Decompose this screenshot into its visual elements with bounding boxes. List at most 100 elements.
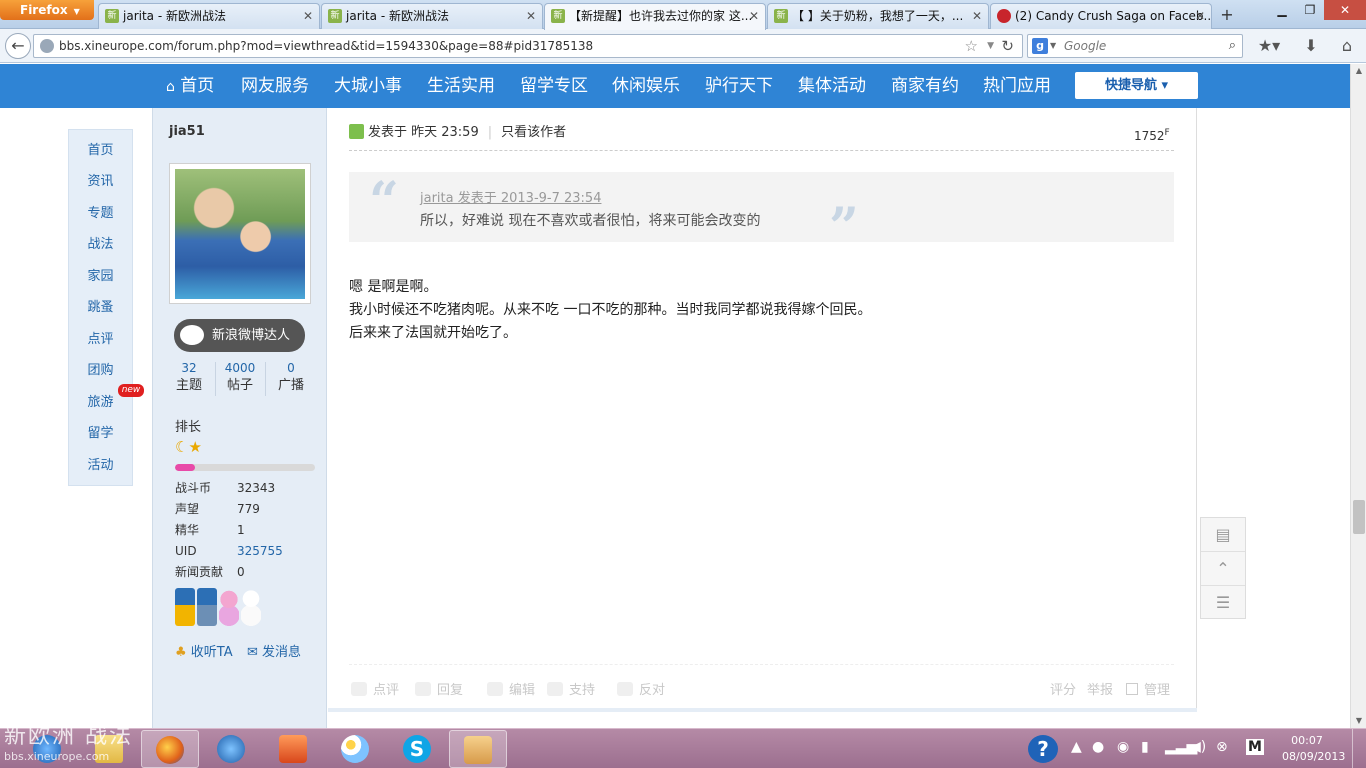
close-tab-icon[interactable]: ✕ <box>303 4 313 28</box>
side-item-events[interactable]: 活动 <box>69 450 132 481</box>
google-engine-icon[interactable]: g <box>1032 38 1048 54</box>
taskbar-app[interactable] <box>264 730 322 768</box>
browser-tab-active[interactable]: 新 【新提醒】也许我去过你的家 这... ✕ <box>544 3 766 30</box>
url-text[interactable]: bbs.xineurope.com/forum.php?mod=viewthre… <box>59 35 593 57</box>
close-tab-icon[interactable]: ✕ <box>972 4 982 28</box>
nav-item-study[interactable]: 留学专区 <box>520 64 588 108</box>
side-item-flea[interactable]: 跳蚤 <box>69 292 132 323</box>
stat-topics[interactable]: 32 主题 <box>163 360 215 396</box>
history-dropdown-icon[interactable]: ▼ <box>987 35 994 57</box>
quote-author-link[interactable]: jarita 发表于 2013-9-7 23:54 <box>420 187 601 206</box>
avatar[interactable] <box>169 163 311 304</box>
show-desktop-button[interactable] <box>1352 729 1366 768</box>
browser-tab[interactable]: 新 jarita - 新欧洲战法 ✕ <box>321 3 543 29</box>
medal-icon[interactable] <box>175 588 195 626</box>
nav-item-city[interactable]: 大城小事 <box>334 64 402 108</box>
search-bar[interactable]: g ▼ Google ⌕ <box>1027 34 1243 58</box>
send-message-link[interactable]: ✉ 发消息 <box>247 641 301 660</box>
weibo-badge[interactable]: 新浪微博达人 <box>174 319 305 352</box>
quick-nav-dropdown[interactable]: 快捷导航 ▾ <box>1075 72 1198 99</box>
medal-icon[interactable] <box>241 588 261 626</box>
floor-number[interactable]: 1752F <box>1134 128 1170 143</box>
firefox-menu-button[interactable]: Firefox ▼ <box>0 0 94 20</box>
browser-tab[interactable]: (2) Candy Crush Saga on Faceb... ✕ <box>990 3 1212 29</box>
nav-item-home[interactable]: ⌂ 首页 <box>166 64 214 109</box>
taskbar-media-player[interactable] <box>202 730 260 768</box>
close-tab-icon[interactable]: ✕ <box>526 4 536 28</box>
medal-icon[interactable] <box>197 588 217 626</box>
nav-item-services[interactable]: 网友服务 <box>241 64 309 108</box>
list-button[interactable]: ☰ <box>1201 586 1245 620</box>
taskbar-skype[interactable]: S <box>388 730 446 768</box>
close-tab-icon[interactable]: ✕ <box>1195 4 1205 28</box>
window-maximize-button[interactable]: ❐ <box>1296 0 1324 20</box>
thumbs-up-icon <box>547 682 563 696</box>
engine-dropdown-icon[interactable]: ▼ <box>1050 35 1056 57</box>
comment-button[interactable]: 点评 <box>351 679 399 698</box>
reply-button[interactable]: 回复 <box>415 679 463 698</box>
info-key: 战斗币 <box>175 481 212 495</box>
tray-expand-icon[interactable]: ▲ <box>1071 739 1082 755</box>
input-method-icon[interactable]: M <box>1246 739 1264 755</box>
taskbar-qq[interactable] <box>449 730 507 768</box>
rate-button[interactable]: 评分 <box>1050 679 1076 698</box>
volume-tray-icon[interactable]: ◀) <box>1190 739 1206 755</box>
downloads-icon[interactable]: ⬇ <box>1299 34 1323 58</box>
manage-checkbox[interactable]: 管理 <box>1126 679 1170 698</box>
page-scrollbar[interactable]: ▲ ▼ <box>1350 64 1366 728</box>
side-item-forum[interactable]: 战法 <box>69 229 132 260</box>
reload-icon[interactable]: ↻ <box>1001 35 1014 57</box>
home-icon[interactable]: ⌂ <box>1335 34 1359 58</box>
close-tab-icon[interactable]: ✕ <box>749 4 759 28</box>
back-button[interactable]: ← <box>5 33 31 59</box>
taskbar-paint[interactable] <box>326 730 384 768</box>
scroll-down-icon[interactable]: ▼ <box>1351 714 1366 728</box>
action-label: 点评 <box>373 683 400 698</box>
qq-tray-icon[interactable]: ● <box>1092 739 1104 755</box>
nav-item-leisure[interactable]: 休闲娱乐 <box>612 64 680 108</box>
url-bar[interactable]: bbs.xineurope.com/forum.php?mod=viewthre… <box>33 34 1023 58</box>
bookmark-star-icon[interactable]: ☆ <box>965 35 978 57</box>
side-item-reviews[interactable]: 点评 <box>69 324 132 355</box>
report-button[interactable]: 举报 <box>1087 679 1113 698</box>
power-tray-icon[interactable]: ▮ <box>1141 739 1149 755</box>
edit-button[interactable]: 编辑 <box>487 679 535 698</box>
nav-item-life[interactable]: 生活实用 <box>427 64 495 108</box>
system-clock[interactable]: 00:07 08/09/2013 <box>1282 733 1345 765</box>
side-item-study[interactable]: 留学 <box>69 418 132 449</box>
only-author-link[interactable]: 只看该作者 <box>501 125 566 140</box>
side-item-topics[interactable]: 专题 <box>69 198 132 229</box>
follow-link[interactable]: ♣ 收听TA <box>175 641 233 660</box>
nav-item-apps[interactable]: 热门应用 <box>983 64 1051 108</box>
side-item-news[interactable]: 资讯 <box>69 166 132 197</box>
side-item-home[interactable]: 首页 <box>69 135 132 166</box>
nav-item-merchants[interactable]: 商家有约 <box>891 64 959 108</box>
help-icon[interactable]: ? <box>1028 735 1058 763</box>
stat-broadcasts[interactable]: 0 广播 <box>265 360 317 396</box>
browser-tab[interactable]: 新 【 】关于奶粉，我想了一天，... ✕ <box>767 3 989 29</box>
uid-link[interactable]: 325755 <box>237 544 283 558</box>
scroll-up-icon[interactable]: ▲ <box>1351 64 1366 78</box>
nav-item-travel[interactable]: 驴行天下 <box>705 64 773 108</box>
blocked-tray-icon[interactable]: ⊗ <box>1216 739 1228 755</box>
quick-reply-button[interactable]: ▤ <box>1201 518 1245 552</box>
security-tray-icon[interactable]: ◉ <box>1117 739 1129 755</box>
bookmarks-menu-icon[interactable]: ★▾ <box>1253 34 1285 58</box>
window-minimize-button[interactable]: ▁ <box>1268 0 1296 20</box>
search-icon[interactable]: ⌕ <box>1229 35 1236 57</box>
side-item-home-space[interactable]: 家园 <box>69 261 132 292</box>
window-close-button[interactable]: ✕ <box>1324 0 1366 20</box>
support-button[interactable]: 支持 <box>547 679 595 698</box>
back-to-top-button[interactable]: ⌃ <box>1201 552 1245 586</box>
author-name[interactable]: jia51 <box>169 124 205 139</box>
oppose-button[interactable]: 反对 <box>617 679 665 698</box>
stat-posts[interactable]: 4000 帖子 <box>214 360 266 396</box>
rank-title[interactable]: 排长 <box>175 416 201 435</box>
nav-item-activities[interactable]: 集体活动 <box>798 64 866 108</box>
new-tab-button[interactable]: + <box>1213 4 1241 28</box>
browser-tab[interactable]: 新 jarita - 新欧洲战法 ✕ <box>98 3 320 29</box>
tab-title: 【新提醒】也许我去过你的家 这... <box>569 9 753 23</box>
scrollbar-thumb[interactable] <box>1353 500 1365 534</box>
side-item-group-buy[interactable]: 团购 <box>69 355 132 386</box>
medal-icon[interactable] <box>219 588 239 626</box>
